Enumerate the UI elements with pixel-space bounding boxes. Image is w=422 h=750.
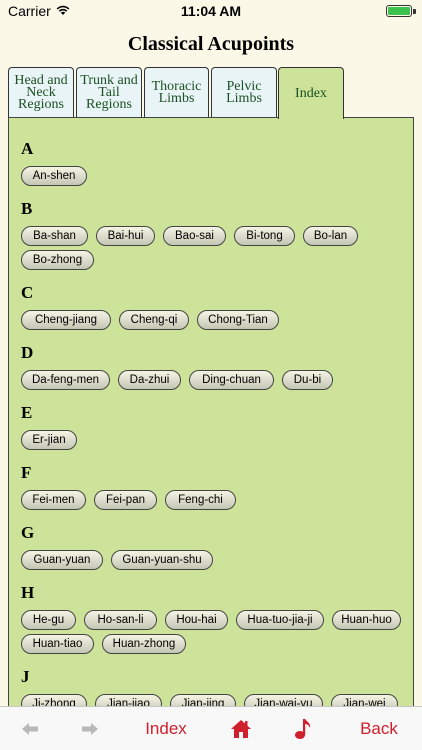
arrow-left-icon	[22, 723, 38, 735]
forward-arrow-button[interactable]	[80, 715, 100, 743]
tab-label: Index	[295, 85, 327, 101]
page-title: Classical Acupoints	[127, 33, 295, 55]
acupoint-button[interactable]: Feng-chi	[165, 490, 236, 510]
acupoint-button[interactable]: Ba-shan	[21, 226, 88, 246]
section-letter-c: C	[21, 283, 34, 302]
tab-label: Trunk and Tail Regions	[80, 73, 138, 112]
tab-bar: Head and Neck Regions Trunk and Tail Reg…	[8, 67, 412, 119]
acupoint-button[interactable]: Hou-hai	[165, 610, 228, 630]
acupoint-button[interactable]: Guan-yuan-shu	[111, 550, 213, 570]
home-button[interactable]	[230, 715, 252, 743]
status-bar: Carrier 11:04 AM	[0, 0, 422, 22]
tab-pelvic-limbs[interactable]: Pelvic Limbs	[211, 67, 277, 118]
section-letter-d: D	[21, 343, 34, 362]
index-button-label: Index	[145, 719, 187, 738]
battery-icon	[386, 5, 412, 17]
acupoint-button[interactable]: Bi-tong	[234, 226, 295, 246]
back-arrow-button[interactable]	[20, 715, 40, 743]
tab-index[interactable]: Index	[278, 67, 344, 119]
acupoint-button[interactable]: Cheng-qi	[119, 310, 189, 330]
acupoint-button[interactable]: Huan-huo	[332, 610, 401, 630]
acupoint-button[interactable]: Fei-pan	[94, 490, 157, 510]
acupoint-button[interactable]: Ding-chuan	[189, 370, 274, 390]
acupoint-button[interactable]: Bai-hui	[96, 226, 155, 246]
acupoint-button[interactable]: Guan-yuan	[21, 550, 103, 570]
acupoint-button[interactable]: Cheng-jiang	[21, 310, 111, 330]
acupoint-button[interactable]: Huan-zhong	[102, 634, 186, 654]
acupoint-button[interactable]: An-shen	[21, 166, 87, 186]
back-button[interactable]: Back	[358, 715, 400, 743]
arrow-right-icon	[82, 723, 98, 735]
back-button-label: Back	[360, 719, 398, 738]
section-letter-a: A	[21, 139, 34, 158]
acupoint-button[interactable]: He-gu	[21, 610, 76, 630]
battery-cap	[413, 9, 416, 14]
index-panel[interactable]: A An-shen B Ba-shan Bai-hui Bao-sai Bi-tong Bo-…	[8, 117, 414, 707]
index-button[interactable]: Index	[143, 715, 189, 743]
acupoint-button[interactable]: Bo-zhong	[21, 250, 94, 270]
tab-label: Head and Neck Regions	[14, 73, 68, 112]
acupoint-button[interactable]: Chong-Tian	[197, 310, 279, 330]
section-letter-e: E	[21, 403, 33, 422]
tab-head-neck[interactable]: Head and Neck Regions	[8, 67, 74, 118]
tab-label: Pelvic Limbs	[226, 79, 262, 106]
tab-label: Thoracic Limbs	[151, 79, 202, 106]
status-time: 11:04 AM	[180, 3, 242, 19]
section-letter-j: J	[21, 667, 30, 686]
tab-trunk-tail[interactable]: Trunk and Tail Regions	[76, 67, 142, 118]
music-note-icon	[295, 719, 311, 739]
acupoint-button[interactable]: Bo-lan	[303, 226, 358, 246]
acupoint-button[interactable]: Du-bi	[282, 370, 333, 390]
acupoint-button[interactable]: Bao-sai	[163, 226, 226, 246]
acupoint-button[interactable]: Ho-san-li	[84, 610, 157, 630]
acupoint-button[interactable]: Er-jian	[21, 430, 77, 450]
section-letter-f: F	[21, 463, 32, 482]
tab-thoracic-limbs[interactable]: Thoracic Limbs	[144, 67, 209, 118]
section-letter-b: B	[21, 199, 33, 218]
acupoint-button[interactable]: Fei-men	[21, 490, 86, 510]
section-letter-g: G	[21, 523, 35, 542]
section-letter-h: H	[21, 583, 35, 602]
acupoint-button[interactable]: Da-feng-men	[21, 370, 110, 390]
home-icon	[231, 720, 251, 738]
acupoint-button[interactable]: Hua-tuo-jia-ji	[236, 610, 324, 630]
acupoint-button[interactable]: Da-zhui	[118, 370, 181, 390]
acupoint-button[interactable]: Huan-tiao	[21, 634, 94, 654]
music-button[interactable]	[293, 715, 313, 743]
bottom-toolbar: Index Back	[0, 706, 422, 750]
